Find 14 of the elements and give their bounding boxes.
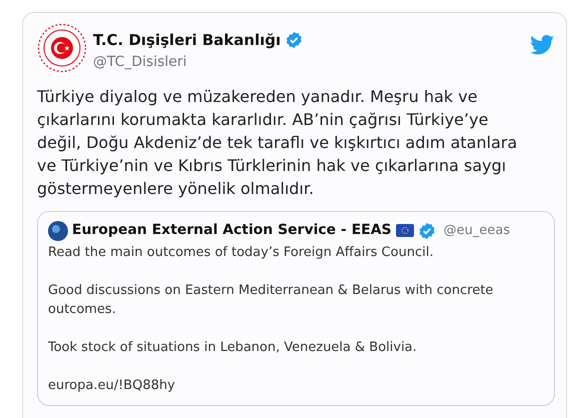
- quoted-author-handle[interactable]: @eu_eeas: [444, 220, 510, 240]
- author-handle[interactable]: @TC_Disisleri: [93, 52, 303, 72]
- emblem-avatar-icon: [37, 23, 87, 73]
- quoted-tweet-text: Good discussions on Eastern Mediterranean & Belarus with concrete outcomes.: [48, 282, 494, 319]
- globe-avatar-icon: [48, 220, 68, 240]
- quoted-tweet-text: Took stock of situations in Lebanon, Venezuela & Bolivia.: [48, 339, 418, 357]
- quoted-author-name[interactable]: European External Action Service - EEAS: [72, 220, 392, 241]
- quoted-tweet-text: europa.eu/!BQ88hy: [48, 377, 176, 395]
- author-name[interactable]: T.C. Dışişleri Bakanlığı: [93, 29, 281, 52]
- tweet-text: Türkiye diyalog ve müzakereden yanadır. Meşru hak ve çıkarlarını korumakta kararlıdır. AB’nin çağrısı Türkiye’ye değil, Doğu Akdeniz’de tek taraflı ve kışkırtıcı adım atanlara ve Türkiye’nin ve Kıbrıs Türklerinin hak ve çıkarlarına saygı göstermeyenlere yönelik olmalıdır.: [37, 86, 518, 200]
- flag-icon: [396, 224, 414, 237]
- bird-logo-icon[interactable]: [530, 35, 554, 55]
- quoted-tweet-card[interactable]: [37, 211, 555, 406]
- quoted-tweet-text: Read the main outcomes of today’s Foreign Affairs Council.: [48, 244, 434, 262]
